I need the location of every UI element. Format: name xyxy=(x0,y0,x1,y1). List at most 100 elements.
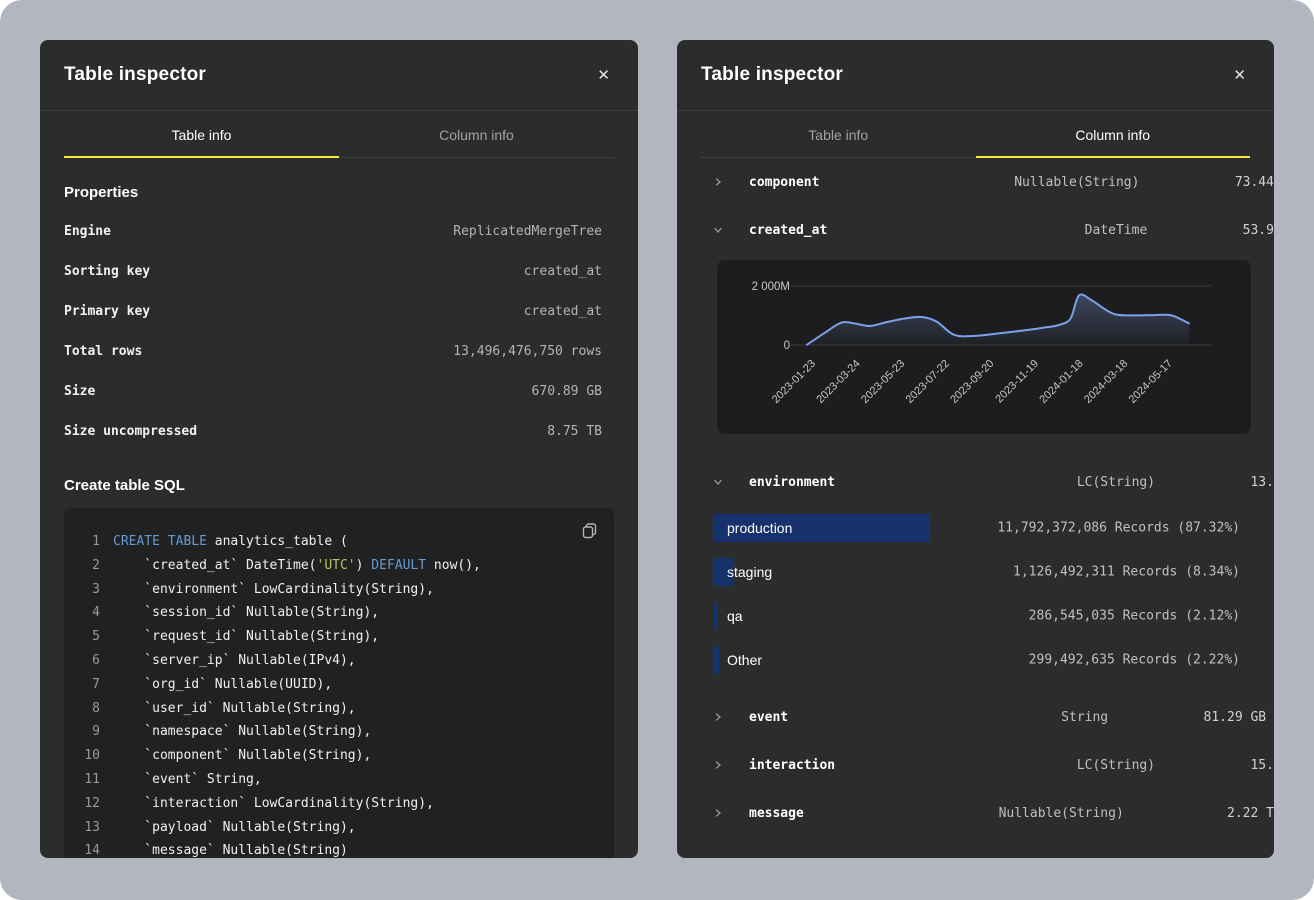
tab-bar: Table infoColumn info xyxy=(64,127,614,158)
line-number: 13 xyxy=(64,816,100,840)
table-info-content: Properties Engine ReplicatedMergeTree So… xyxy=(40,184,638,858)
column-row-component[interactable]: component Nullable(String) 73.44 GB xyxy=(701,158,1250,206)
x-tick-label: 2023-01-23 xyxy=(770,358,818,406)
line-code: `user_id` Nullable(String), xyxy=(113,697,356,721)
chevron-down-icon xyxy=(713,477,723,487)
column-row-interaction[interactable]: interaction LC(String) 15.17 GB xyxy=(701,741,1250,789)
line-code: `interaction` LowCardinality(String), xyxy=(113,792,434,816)
y-tick-label: 2 000M xyxy=(752,281,790,293)
line-code: `payload` Nullable(String), xyxy=(113,816,356,840)
y-tick-label: 0 xyxy=(784,340,790,352)
chevron-right-icon xyxy=(713,712,723,722)
column-type: LC(String) xyxy=(835,758,1155,773)
sql-line: 12 `interaction` LowCardinality(String), xyxy=(64,792,614,816)
table-inspector-dialog-left: Table inspector ✕ Table infoColumn info … xyxy=(40,40,638,858)
distribution-row: qa 286,545,035 Records (2.12%) xyxy=(701,594,1250,638)
column-name: created_at xyxy=(749,223,827,238)
copy-icon xyxy=(581,522,598,539)
column-size: 73.44 GB xyxy=(1139,175,1274,190)
column-type: Nullable(String) xyxy=(804,806,1124,821)
x-tick-label: 2023-03-24 xyxy=(814,358,862,406)
line-number: 2 xyxy=(64,554,100,578)
line-number: 14 xyxy=(64,839,100,858)
property-value: 8.75 TB xyxy=(547,424,614,439)
properties-heading: Properties xyxy=(64,184,614,201)
close-icon: ✕ xyxy=(1233,66,1246,84)
line-code: `event` String, xyxy=(113,768,262,792)
line-number: 5 xyxy=(64,625,100,649)
page-background: Table inspector ✕ Table infoColumn info … xyxy=(0,0,1314,900)
column-name: environment xyxy=(749,475,835,490)
x-tick-label: 2024-03-18 xyxy=(1082,358,1130,406)
distribution-label: qa xyxy=(727,608,743,624)
column-row-created_at[interactable]: created_at DateTime 53.97 GB xyxy=(701,206,1250,254)
property-value: 13,496,476,750 rows xyxy=(453,344,614,359)
tab-column-info[interactable]: Column info xyxy=(976,127,1251,158)
close-button[interactable]: ✕ xyxy=(591,64,616,87)
distribution-records: 1,126,492,311 Records (8.34%) xyxy=(1013,565,1240,580)
chevron-right-icon xyxy=(713,808,727,818)
property-label: Engine xyxy=(64,224,111,239)
distribution-row: Other 299,492,635 Records (2.22%) xyxy=(701,638,1250,682)
tab-table-info[interactable]: Table info xyxy=(701,127,976,158)
x-tick-label: 2023-09-20 xyxy=(948,358,996,406)
distribution-label: staging xyxy=(727,564,772,580)
created-at-histogram: 2 000M02023-01-232023-03-242023-05-23202… xyxy=(717,260,1251,434)
property-label: Total rows xyxy=(64,344,142,359)
line-number: 10 xyxy=(64,744,100,768)
line-code: `created_at` DateTime('UTC') DEFAULT now… xyxy=(113,554,481,578)
sql-code-lines: 1 CREATE TABLE analytics_table ( 2 `crea… xyxy=(64,530,614,858)
line-code: `org_id` Nullable(UUID), xyxy=(113,673,332,697)
column-size: 13.54 GB xyxy=(1155,475,1274,490)
copy-button[interactable] xyxy=(577,518,602,546)
property-value: ReplicatedMergeTree xyxy=(453,224,614,239)
property-value: 670.89 GB xyxy=(532,384,614,399)
sql-line: 4 `session_id` Nullable(String), xyxy=(64,601,614,625)
column-size: 81.29 GB xyxy=(1108,710,1274,725)
tab-bar: Table infoColumn info xyxy=(701,127,1250,158)
close-button[interactable]: ✕ xyxy=(1227,64,1252,87)
column-type: DateTime xyxy=(827,223,1147,238)
property-value: created_at xyxy=(524,264,614,279)
property-row: Sorting key created_at xyxy=(64,251,614,291)
sql-line: 2 `created_at` DateTime('UTC') DEFAULT n… xyxy=(64,554,614,578)
chevron-right-icon xyxy=(713,177,723,187)
line-number: 1 xyxy=(64,530,100,554)
property-row: Size 670.89 GB xyxy=(64,371,614,411)
sql-line: 5 `request_id` Nullable(String), xyxy=(64,625,614,649)
line-number: 4 xyxy=(64,601,100,625)
sql-line: 13 `payload` Nullable(String), xyxy=(64,816,614,840)
property-label: Size xyxy=(64,384,95,399)
property-row: Total rows 13,496,476,750 rows xyxy=(64,331,614,371)
column-name: component xyxy=(749,175,819,190)
column-type: LC(String) xyxy=(835,475,1155,490)
distribution-records: 286,545,035 Records (2.12%) xyxy=(1029,609,1240,624)
column-size: 53.97 GB xyxy=(1147,223,1274,238)
line-number: 8 xyxy=(64,697,100,721)
tab-column-info[interactable]: Column info xyxy=(339,127,614,158)
distribution-label: production xyxy=(727,520,792,536)
area-fill xyxy=(807,294,1189,345)
line-number: 7 xyxy=(64,673,100,697)
line-code: `component` Nullable(String), xyxy=(113,744,371,768)
column-row-message[interactable]: message Nullable(String) 2.22 TB xyxy=(701,789,1250,837)
column-row-event[interactable]: event String 81.29 GB xyxy=(701,693,1250,741)
line-code: `request_id` Nullable(String), xyxy=(113,625,379,649)
chevron-right-icon xyxy=(713,712,727,722)
x-tick-label: 2024-01-18 xyxy=(1037,358,1085,406)
column-type: String xyxy=(788,710,1108,725)
dialog-title: Table inspector xyxy=(701,64,843,86)
sql-line: 3 `environment` LowCardinality(String), xyxy=(64,578,614,602)
line-code: `session_id` Nullable(String), xyxy=(113,601,379,625)
properties-list: Engine ReplicatedMergeTree Sorting key c… xyxy=(64,211,614,451)
dialog-header: Table inspector ✕ xyxy=(677,40,1274,111)
chevron-right-icon xyxy=(713,760,723,770)
tab-table-info[interactable]: Table info xyxy=(64,127,339,158)
line-code: `server_ip` Nullable(IPv4), xyxy=(113,649,356,673)
distribution-bar xyxy=(713,602,718,630)
dialog-header: Table inspector ✕ xyxy=(40,40,638,111)
sql-line: 11 `event` String, xyxy=(64,768,614,792)
distribution-bar xyxy=(713,646,719,674)
sql-line: 8 `user_id` Nullable(String), xyxy=(64,697,614,721)
column-row-environment[interactable]: environment LC(String) 13.54 GB xyxy=(701,458,1250,506)
